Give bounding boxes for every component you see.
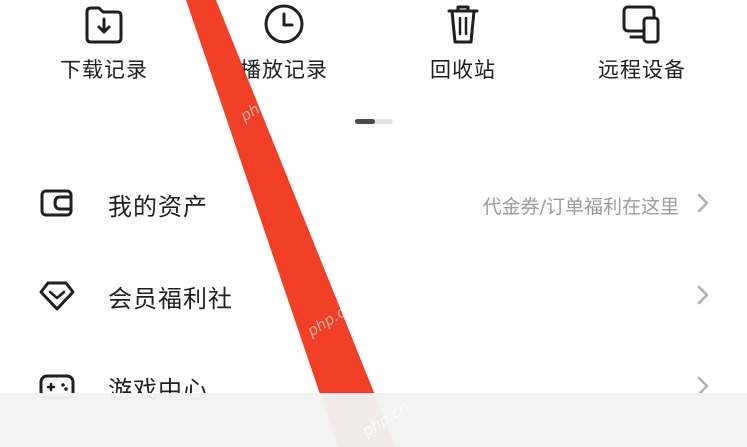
diamond-icon: [39, 281, 75, 311]
devices-icon: [622, 5, 660, 44]
menu-item-desc: 代金券/订单福利在这里: [482, 196, 679, 218]
shortcut-download-records[interactable]: 下载记录: [29, 0, 179, 100]
bottom-overlay: [0, 393, 747, 447]
chevron-right-icon: [697, 193, 709, 213]
shortcut-recycle-bin[interactable]: 回收站: [388, 0, 538, 100]
clock-icon: [264, 4, 304, 44]
shortcut-remote-devices[interactable]: 远程设备: [567, 0, 717, 100]
shortcut-label: 回收站: [430, 58, 496, 82]
trash-icon: [447, 5, 479, 44]
download-folder-icon: [85, 6, 123, 44]
shortcut-label: 播放记录: [240, 58, 328, 82]
menu-item-title: 会员福利社: [108, 285, 233, 313]
page-indicator: [355, 119, 393, 124]
menu-item-vip-benefits[interactable]: 会员福利社: [0, 255, 747, 335]
shortcut-label: 下载记录: [60, 58, 148, 82]
menu-item-my-assets[interactable]: 我的资产 代金券/订单福利在这里: [0, 163, 747, 243]
shortcut-label: 远程设备: [598, 58, 686, 82]
menu-item-title: 我的资产: [108, 193, 208, 221]
shortcut-row: 下载记录 播放记录 回收站 远程设备: [0, 0, 747, 100]
shortcut-play-history[interactable]: 播放记录: [209, 0, 359, 100]
page-indicator-active: [355, 119, 375, 124]
chevron-right-icon: [697, 285, 709, 305]
wallet-icon: [40, 189, 73, 217]
